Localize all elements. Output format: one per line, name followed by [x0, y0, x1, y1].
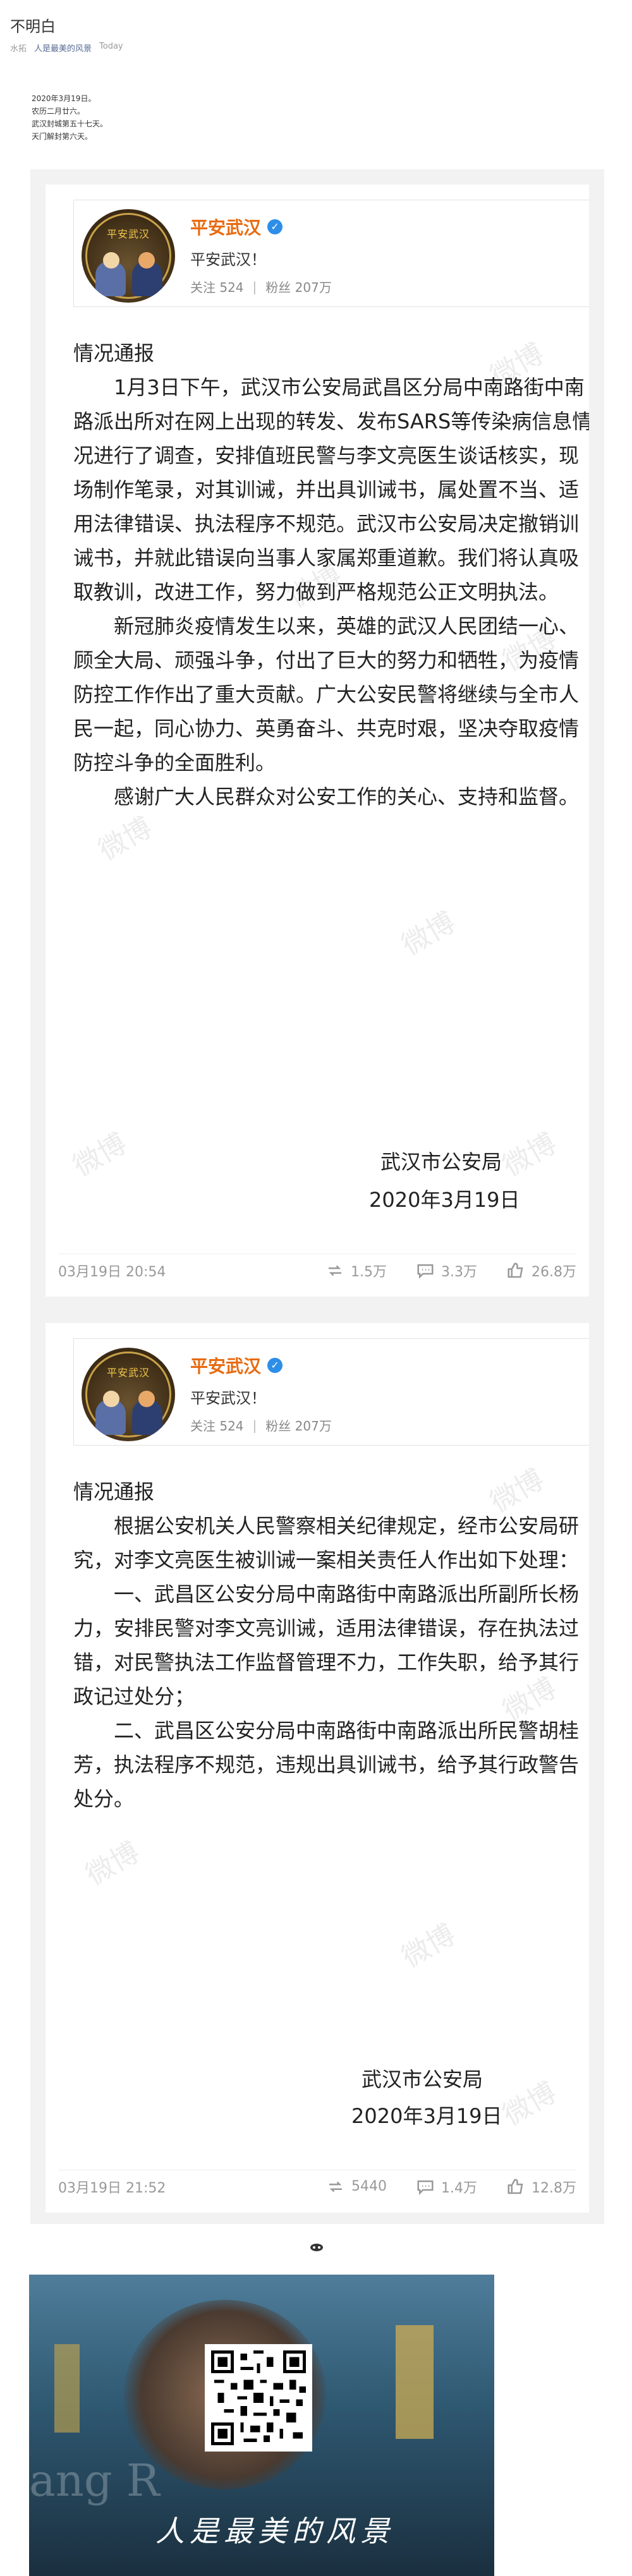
repost-icon: [329, 1265, 341, 1276]
comment-count: 1.4万: [441, 2180, 477, 2196]
comment-button[interactable]: 1.4万: [416, 2177, 477, 2197]
profile-card[interactable]: 平安武汉 平安武汉 ✓ 平安武汉！ 关注 524 | 粉丝 207万: [73, 200, 589, 307]
post-paragraph: 感谢广大人民群众对公安工作的关心、支持和监督。: [73, 785, 580, 809]
watermark: 微博: [497, 1127, 562, 1183]
post-footer: 03月19日 21:52 5440 1.4万 12.8万: [58, 2170, 576, 2203]
post-sign-date: 2020年3月19日: [351, 2104, 502, 2128]
watermark: 微博: [497, 2076, 562, 2132]
like-icon: [507, 2178, 523, 2194]
comment-icon: [417, 2180, 434, 2195]
article-date: Today: [99, 42, 123, 51]
account-link[interactable]: 人是最美的风景: [34, 42, 92, 54]
post-paragraph: 新冠肺炎疫情发生以来，英雄的武汉人民团结一心、顾全大局、顽强斗争，付出了巨大的努…: [73, 614, 580, 775]
qr-code-icon[interactable]: [205, 2344, 312, 2452]
follow-count: 524: [219, 1418, 244, 1434]
watermark: 微博: [68, 1127, 133, 1183]
poster-bg-text: ang R: [29, 2455, 160, 2506]
article-title: 不明白: [10, 18, 56, 35]
post-signature: 武汉市公安局: [380, 1150, 502, 1174]
promo-poster: ang R 人是最美的风景: [29, 2275, 494, 2576]
follow-count: 524: [219, 280, 244, 295]
like-icon: [507, 1262, 523, 1278]
avatar[interactable]: 平安武汉: [82, 209, 175, 303]
fans-label: 粉丝: [265, 280, 291, 295]
profile-name-text: 平安武汉: [190, 1356, 262, 1377]
repost-button[interactable]: 5440: [326, 2177, 387, 2196]
fans-count: 207万: [295, 1418, 332, 1434]
post-paragraph: 二、武昌区公安分局中南路街中南路派出所民警胡桂芳，执法程序不规范，违规出具训诫书…: [73, 1719, 580, 1811]
like-button[interactable]: 26.8万: [506, 1261, 576, 1281]
post-body: 情况通报 根据公安机关人民警察相关纪律规定，经市公安局研究，对李文亮医生被训诫一…: [73, 1475, 589, 1816]
avatar-text: 平安武汉: [106, 1367, 150, 1379]
post-time: 03月19日 20:54: [58, 1264, 166, 1280]
weibo-card: 微博 微博 微博 微博 微博 微博 微博 平安武汉 平安武汉 ✓ 平安武汉！ 关…: [46, 184, 589, 1297]
intro-block: 2020年3月19日。 农历二月廿六。 武汉封城第五十七天。 天门解封第六天。: [32, 92, 107, 143]
post-time: 03月19日 21:52: [58, 2180, 166, 2196]
watermark: 微博: [396, 1918, 461, 1974]
post-body: 情况通报 1月3日下午，武汉市公安局武昌区分局中南路街中南路派出所对在网上出现的…: [73, 336, 589, 814]
repost-button[interactable]: 1.5万: [325, 1261, 387, 1281]
like-button[interactable]: 12.8万: [506, 2177, 576, 2197]
intro-line: 天门解封第六天。: [32, 132, 93, 141]
post-paragraph: 1月3日下午，武汉市公安局武昌区分局中南路街中南路派出所对在网上出现的转发、发布…: [73, 375, 589, 604]
weibo-screenshot-1: 微博 微博 微博 微博 微博 微博 微博 平安武汉 平安武汉 ✓ 平安武汉！ 关…: [30, 169, 604, 1308]
intro-line: 农历二月廿六。: [32, 107, 85, 116]
repost-count: 1.5万: [351, 1264, 387, 1280]
post-heading: 情况通报: [73, 341, 155, 365]
post-signature: 武汉市公安局: [362, 2067, 483, 2091]
profile-name[interactable]: 平安武汉 ✓: [190, 214, 283, 239]
fans-count: 207万: [295, 280, 332, 295]
profile-name[interactable]: 平安武汉 ✓: [190, 1353, 283, 1378]
watermark: 微博: [93, 811, 158, 867]
intro-line: 武汉封城第五十七天。: [32, 119, 108, 128]
profile-description: 平安武汉！: [190, 251, 266, 269]
follow-label: 关注: [190, 280, 216, 295]
comment-icon: [417, 1264, 434, 1279]
post-paragraph: 根据公安机关人民警察相关纪律规定，经市公安局研究，对李文亮医生被训诫一案相关责任…: [73, 1514, 580, 1572]
ornament-icon: [310, 2244, 323, 2251]
watermark: 微博: [396, 905, 461, 962]
article-meta: 水拓 人是最美的风景 Today: [10, 42, 123, 54]
profile-card[interactable]: 平安武汉 平安武汉 ✓ 平安武汉！ 关注 524 | 粉丝 207万: [73, 1338, 589, 1446]
comment-button[interactable]: 3.3万: [416, 1261, 477, 1281]
poster-slogan: 人是最美的风景: [155, 2514, 394, 2548]
intro-line: 2020年3月19日。: [32, 94, 96, 103]
comment-count: 3.3万: [441, 1264, 477, 1280]
like-count: 26.8万: [532, 1264, 576, 1280]
verified-icon: ✓: [267, 219, 283, 234]
post-heading: 情况通报: [73, 1480, 155, 1504]
post-sign-date: 2020年3月19日: [369, 1188, 520, 1212]
avatar-text: 平安武汉: [106, 228, 150, 240]
profile-description: 平安武汉！: [190, 1389, 266, 1407]
profile-stats: 关注 524 | 粉丝 207万: [190, 279, 332, 296]
weibo-card: 微博 微博 微博 微博 微博 平安武汉 平安武汉 ✓ 平安武汉！ 关注 524 …: [46, 1323, 589, 2213]
repost-count: 5440: [351, 2179, 387, 2194]
avatar[interactable]: 平安武汉: [82, 1348, 175, 1441]
post-paragraph: 一、武昌区公安分局中南路街中南路派出所副所长杨力，安排民警对李文亮训诫，适用法律…: [73, 1582, 580, 1708]
post-footer: 03月19日 20:54 1.5万 3.3万 26.8万: [58, 1254, 576, 1286]
repost-icon: [329, 2181, 342, 2192]
fans-label: 粉丝: [265, 1418, 291, 1434]
profile-name-text: 平安武汉: [190, 217, 262, 238]
profile-stats: 关注 524 | 粉丝 207万: [190, 1417, 332, 1434]
article-author: 水拓: [10, 44, 27, 54]
weibo-screenshot-2: 微博 微博 微博 微博 微博 平安武汉 平安武汉 ✓ 平安武汉！ 关注 524 …: [30, 1308, 604, 2224]
like-count: 12.8万: [532, 2180, 576, 2196]
follow-label: 关注: [190, 1418, 216, 1434]
verified-icon: ✓: [267, 1358, 283, 1373]
watermark: 微博: [80, 1835, 145, 1892]
